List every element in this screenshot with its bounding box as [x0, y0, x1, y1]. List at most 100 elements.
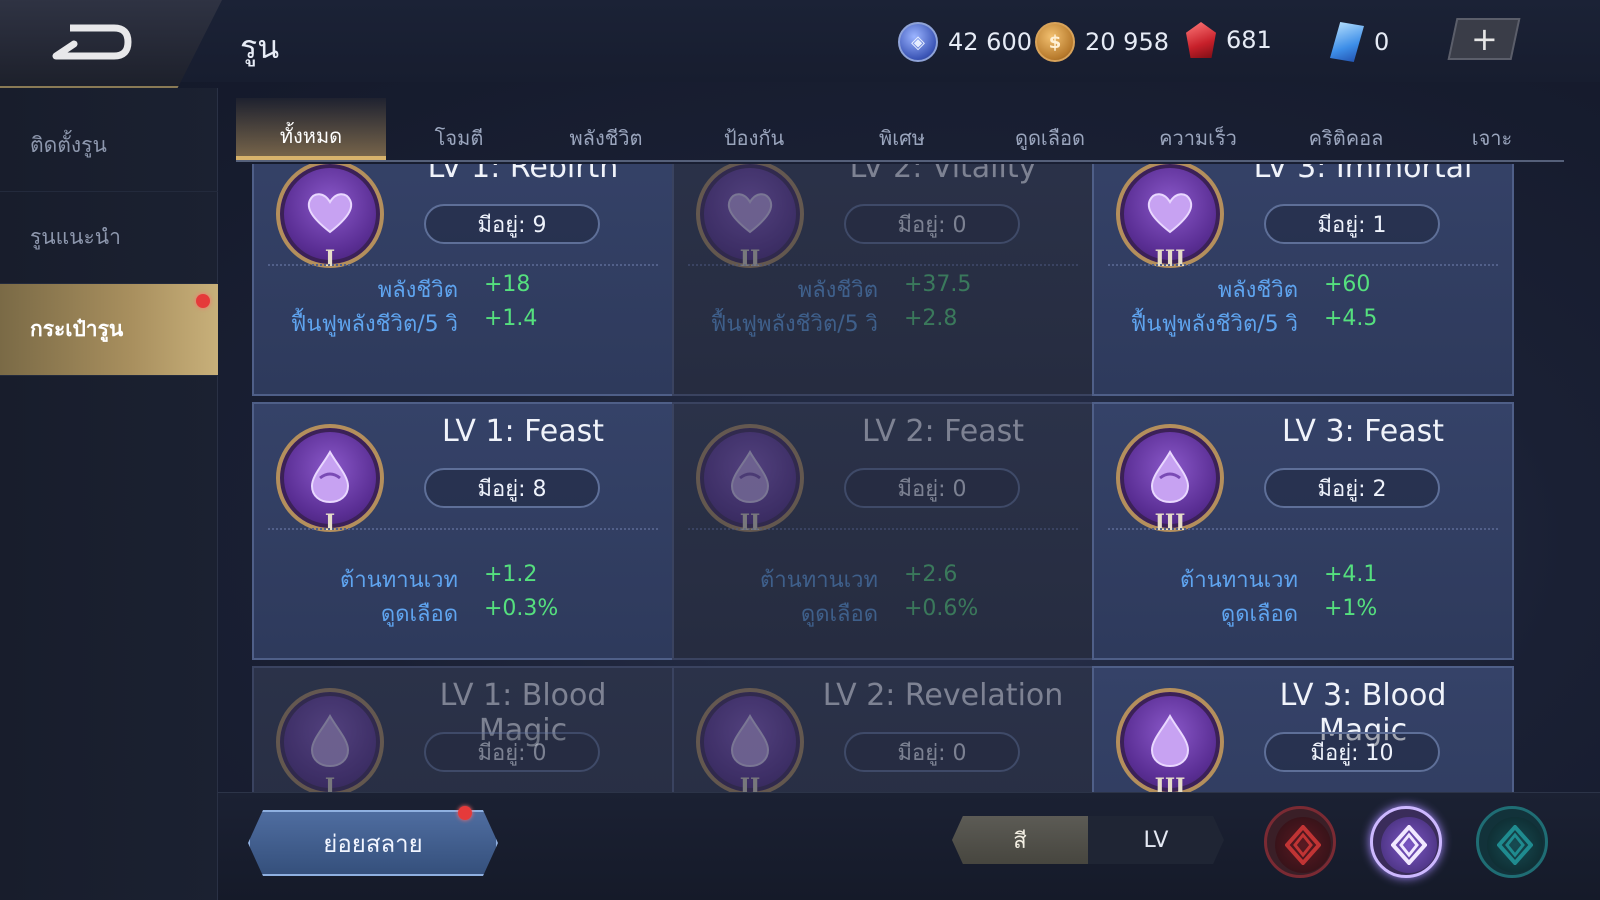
- stat-value: +1.2: [484, 562, 538, 587]
- green-rune-filter[interactable]: [1476, 806, 1548, 878]
- blood-drop-rune-icon: I: [276, 424, 384, 536]
- blood-drop-rune-icon: II: [696, 688, 804, 792]
- rune-card[interactable]: III LV 3: Immortal มีอยู่: 1 พลังชีวิต +…: [1092, 164, 1514, 396]
- rune-level-numeral: II: [739, 246, 761, 272]
- rune-level-numeral: II: [739, 510, 761, 536]
- stat-name: ฟื้นฟูพลังชีวิต/5 วิ: [1130, 312, 1298, 337]
- tab-speed[interactable]: ความเร็ว: [1124, 98, 1272, 160]
- sidebar-item-equip-runes[interactable]: ติดตั้งรูน: [0, 100, 218, 192]
- divider: [1108, 264, 1498, 266]
- tab-critical[interactable]: คริติคอล: [1272, 98, 1420, 160]
- rune-card[interactable]: II LV 2: Feast มีอยู่: 0 ต้านทานเวท +2.6…: [672, 402, 1094, 660]
- rune-card[interactable]: I LV 1: Feast มีอยู่: 8 ต้านทานเวท +1.2 …: [252, 402, 674, 660]
- rune-name: LV 2: Feast: [861, 414, 1025, 449]
- blood-drop-rune-icon: II: [696, 424, 804, 536]
- purple-rune-icon: [1391, 825, 1427, 865]
- rune-level-numeral: III: [1154, 246, 1186, 272]
- tab-lifesteal[interactable]: ดูดเลือด: [976, 98, 1124, 160]
- owned-count: มีอยู่: 0: [844, 468, 1020, 508]
- owned-count: มีอยู่: 0: [844, 204, 1020, 244]
- owned-count: มีอยู่: 0: [424, 732, 600, 772]
- back-arrow-icon: [52, 24, 132, 60]
- stat-name: ดูดเลือด: [800, 602, 878, 627]
- stat-value: +37.5: [904, 272, 972, 297]
- stat-value: +2.6: [904, 562, 958, 587]
- tab-defense[interactable]: ป้องกัน: [680, 98, 828, 160]
- plus-icon: +: [1470, 20, 1498, 58]
- blue-coin-amount: 42 600: [948, 28, 1032, 56]
- tab-all[interactable]: ทั้งหมด: [236, 98, 386, 160]
- stat-name: ฟื้นฟูพลังชีวิต/5 วิ: [290, 312, 458, 337]
- blue-coin-icon: ◈: [898, 22, 938, 62]
- blood-drop-rune-icon: I: [276, 688, 384, 792]
- stat-name: ต้านทานเวท: [1180, 568, 1298, 593]
- gold-coin-icon: $: [1035, 22, 1075, 62]
- sort-by-level[interactable]: LV: [1088, 816, 1224, 864]
- blood-drop-rune-icon: III: [1116, 424, 1224, 536]
- divider: [1108, 528, 1498, 530]
- heart-rune-icon: II: [696, 164, 804, 272]
- divider: [268, 264, 658, 266]
- rune-card[interactable]: II LV 2: Revelation มีอยู่: 0: [672, 666, 1094, 792]
- stat-value: +60: [1324, 272, 1371, 297]
- rune-card[interactable]: III LV 3: Feast มีอยู่: 2 ต้านทานเวท +4.…: [1092, 402, 1514, 660]
- rune-card[interactable]: I LV 1: Blood Magic มีอยู่: 0: [252, 666, 674, 792]
- purple-rune-filter[interactable]: [1370, 806, 1442, 878]
- owned-count: มีอยู่: 10: [1264, 732, 1440, 772]
- red-rune-filter[interactable]: [1264, 806, 1336, 878]
- tab-penetration[interactable]: เจาะ: [1420, 98, 1564, 160]
- sidebar-item-label: รูนแนะนำ: [30, 225, 121, 249]
- sort-toggle: สี LV: [952, 816, 1224, 864]
- owned-count: มีอยู่: 2: [1264, 468, 1440, 508]
- owned-count: มีอยู่: 8: [424, 468, 600, 508]
- tab-attack[interactable]: โจมตี: [386, 98, 532, 160]
- decompose-button[interactable]: ย่อยสลาย: [248, 810, 498, 876]
- notification-dot: [196, 294, 210, 308]
- heart-rune-icon: III: [1116, 164, 1224, 272]
- divider: [688, 264, 1078, 266]
- page-title: รูน: [240, 28, 280, 66]
- add-currency-button[interactable]: +: [1447, 18, 1521, 60]
- stat-name: ต้านทานเวท: [760, 568, 878, 593]
- stat-name: พลังชีวิต: [1217, 278, 1298, 303]
- sidebar-item-recommended-runes[interactable]: รูนแนะนำ: [0, 192, 218, 284]
- rune-name: LV 2: Revelation: [822, 678, 1064, 713]
- tab-hp[interactable]: พลังชีวิต: [532, 98, 680, 160]
- stat-value: +18: [484, 272, 531, 297]
- rune-card[interactable]: III LV 3: Blood Magic มีอยู่: 10: [1092, 666, 1514, 792]
- stat-name: ต้านทานเวท: [340, 568, 458, 593]
- owned-count: มีอยู่: 9: [424, 204, 600, 244]
- currency-blue-coin: ◈ 42 600: [898, 22, 1032, 62]
- stat-value: +2.8: [904, 306, 958, 331]
- rune-name: LV 2: Vitality: [849, 164, 1037, 185]
- rune-level-numeral: III: [1154, 774, 1186, 792]
- rune-level-numeral: II: [739, 774, 761, 792]
- stat-value: +0.6%: [904, 596, 979, 621]
- divider: [268, 528, 658, 530]
- stat-name: พลังชีวิต: [377, 278, 458, 303]
- blue-crystal-icon: [1330, 22, 1364, 62]
- rune-grid[interactable]: I LV 1: Rebirth มีอยู่: 9 พลังชีวิต +18 …: [252, 164, 1542, 792]
- currency-blue-crystal: 0: [1330, 22, 1389, 62]
- stat-name: ดูดเลือด: [1220, 602, 1298, 627]
- rune-level-numeral: I: [324, 510, 336, 536]
- gold-coin-amount: 20 958: [1085, 28, 1169, 56]
- blue-crystal-amount: 0: [1374, 28, 1390, 56]
- rune-card[interactable]: II LV 2: Vitality มีอยู่: 0 พลังชีวิต +3…: [672, 164, 1094, 396]
- rune-card[interactable]: I LV 1: Rebirth มีอยู่: 9 พลังชีวิต +18 …: [252, 164, 674, 396]
- rune-level-numeral: I: [324, 774, 336, 792]
- decompose-label: ย่อยสลาย: [323, 829, 423, 858]
- sort-by-color[interactable]: สี: [952, 816, 1088, 864]
- green-rune-icon: [1497, 825, 1533, 865]
- rune-level-numeral: III: [1154, 510, 1186, 536]
- tab-special[interactable]: พิเศษ: [828, 98, 976, 160]
- owned-count: มีอยู่: 0: [844, 732, 1020, 772]
- currency-gold-coin: $ 20 958: [1035, 22, 1169, 62]
- stat-value: +4.1: [1324, 562, 1378, 587]
- stat-name: พลังชีวิต: [797, 278, 878, 303]
- blood-drop-rune-icon: III: [1116, 688, 1224, 792]
- sidebar-item-rune-bag[interactable]: กระเป๋ารูน: [0, 284, 218, 376]
- sidebar-item-label: ติดตั้งรูน: [30, 133, 107, 157]
- sidebar: ติดตั้งรูน รูนแนะนำ กระเป๋ารูน: [0, 88, 218, 900]
- notification-dot: [458, 806, 472, 820]
